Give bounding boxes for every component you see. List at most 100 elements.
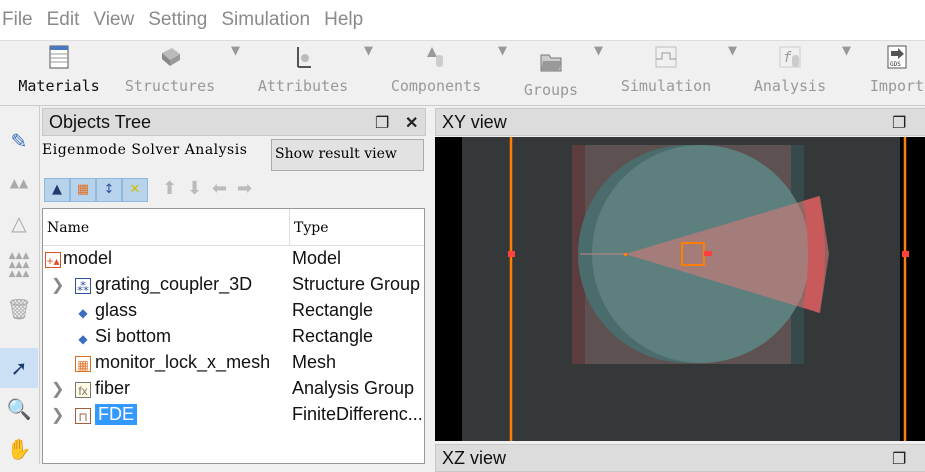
triangle-array-icon[interactable]: ▲▲▲ ▲▲▲ ▲▲▲	[2, 248, 36, 282]
row-type: Rectangle	[292, 300, 374, 320]
attributes-button[interactable]: Attributes	[254, 41, 352, 105]
xy-view-panel: XY view ❐	[435, 106, 925, 442]
float-icon[interactable]: ❐	[375, 113, 389, 133]
row-type: Structure Group	[292, 274, 421, 294]
table-row[interactable]: ◆ Si bottom Rectangle	[43, 325, 426, 351]
row-name: fiber	[95, 378, 131, 398]
simulation-button[interactable]: Simulation	[616, 41, 716, 105]
groups-icon	[540, 54, 562, 72]
row-type: Rectangle	[292, 326, 374, 346]
svg-text:f: f	[783, 50, 792, 66]
xy-view-title-bar: XY view ❐	[435, 108, 925, 136]
draw-tool-icon[interactable]: ✎	[2, 124, 36, 158]
add-structure-icon[interactable]: ▲	[44, 178, 70, 202]
pan-tool-icon[interactable]: ✋	[2, 432, 36, 466]
structures-button[interactable]: Structures	[120, 41, 220, 105]
move-right-icon[interactable]: ➡	[237, 178, 252, 199]
menu-bar: File Edit View Setting Simulation Help	[0, 0, 925, 40]
two-triangles-icon[interactable]: ▲▲	[2, 166, 36, 200]
materials-button[interactable]: Materials	[14, 41, 104, 105]
panel-title: XY view	[442, 112, 507, 132]
mesh-icon: ▦	[75, 356, 91, 372]
expand-icon[interactable]: ❯	[51, 275, 64, 295]
structures-icon	[162, 48, 180, 66]
table-header: Name Type	[43, 209, 424, 246]
components-icon	[427, 47, 443, 67]
menu-setting[interactable]: Setting	[148, 9, 207, 31]
row-type: FiniteDifferenc...	[292, 404, 423, 424]
row-name: FDE	[95, 404, 137, 425]
rectangle-icon: ◆	[78, 306, 88, 320]
attributes-dropdown-icon[interactable]: ▼	[364, 41, 373, 105]
materials-icon	[49, 45, 69, 69]
model-icon: +▴	[45, 252, 61, 268]
move-down-icon[interactable]: ⬇	[187, 178, 202, 199]
expand-icon[interactable]: ❯	[51, 379, 64, 399]
table-row[interactable]: ❯ fx fiber Analysis Group	[43, 377, 426, 403]
table-row[interactable]: ◆ glass Rectangle	[43, 299, 426, 325]
structure-group-icon: ⁂	[75, 278, 91, 294]
add-source-icon[interactable]: ✕	[122, 178, 148, 202]
row-name: monitor_lock_x_mesh	[95, 352, 271, 372]
zoom-tool-icon[interactable]: 🔍	[2, 392, 36, 426]
analysis-group-icon: fx	[75, 382, 91, 398]
components-button[interactable]: Components	[386, 41, 486, 105]
panel-title: XZ view	[442, 448, 507, 468]
column-type[interactable]: Type	[290, 209, 333, 245]
simulation-icon	[655, 46, 677, 68]
analysis-dropdown-icon[interactable]: ▼	[842, 41, 851, 105]
close-icon[interactable]: ✕	[405, 113, 418, 133]
xy-viewport[interactable]	[435, 137, 925, 441]
row-type: Mesh	[292, 352, 337, 372]
menu-help[interactable]: Help	[324, 9, 363, 31]
analysis-icon: f	[779, 46, 801, 68]
expand-icon[interactable]: ❯	[51, 405, 64, 425]
menu-simulation[interactable]: Simulation	[221, 9, 310, 31]
panel-title: Objects Tree	[49, 112, 152, 132]
components-dropdown-icon[interactable]: ▼	[498, 41, 507, 105]
float-icon[interactable]: ❐	[892, 449, 906, 469]
analysis-button[interactable]: f Analysis	[750, 41, 830, 105]
row-type: Analysis Group	[292, 378, 415, 398]
xz-view-panel: XZ view ❐	[435, 442, 925, 472]
svg-text:GDS: GDS	[890, 61, 901, 68]
delete-icon[interactable]: 🗑	[2, 292, 36, 326]
column-name[interactable]: Name	[43, 209, 290, 245]
menu-view[interactable]: View	[93, 9, 134, 31]
move-left-icon[interactable]: ⬅	[212, 178, 227, 199]
add-monitor-icon[interactable]: ↕	[96, 178, 122, 202]
select-tool-icon[interactable]: ➚	[0, 348, 38, 388]
xz-view-title-bar: XZ view ❐	[435, 444, 925, 472]
attributes-icon	[297, 47, 311, 68]
rectangle-icon: ◆	[78, 332, 88, 346]
objects-table: Name Type +▴ model Model ❯ ⁂ grating_coupler_…	[42, 208, 425, 464]
show-result-view-button[interactable]: Show result view	[271, 139, 424, 171]
groups-button[interactable]: Groups	[518, 41, 584, 105]
row-name: grating_coupler_3D	[95, 274, 253, 294]
table-row[interactable]: ❯ ⁂ grating_coupler_3D Structure Group	[43, 273, 426, 299]
float-icon[interactable]: ❐	[892, 113, 906, 133]
move-up-icon[interactable]: ⬆	[162, 178, 177, 199]
triangle-icon[interactable]: △	[2, 206, 36, 240]
structures-dropdown-icon[interactable]: ▼	[231, 41, 240, 105]
table-row[interactable]: +▴ model Model	[43, 247, 426, 273]
groups-dropdown-icon[interactable]: ▼	[594, 41, 603, 105]
analysis-label: Eigenmode Solver Analysis	[42, 142, 248, 158]
toolbar: Materials Structures ▼ Attributes ▼ Comp…	[0, 40, 925, 106]
objects-tree-panel: Objects Tree ❐ ✕ Eigenmode Solver Analys…	[40, 106, 430, 464]
menu-edit[interactable]: Edit	[47, 9, 80, 31]
left-tool-strip: ✎ ▲▲ △ ▲▲▲ ▲▲▲ ▲▲▲ 🗑 ➚ 🔍 ✋	[0, 106, 40, 464]
import-button[interactable]: GDS Import	[862, 41, 925, 105]
row-type: Model	[292, 248, 342, 268]
table-row[interactable]: ❯ ⊓ FDE FiniteDifferenc...	[43, 403, 426, 429]
row-name: model	[63, 248, 113, 268]
simulation-dropdown-icon[interactable]: ▼	[728, 41, 737, 105]
import-gds-icon: GDS	[887, 45, 907, 69]
row-name: glass	[95, 300, 138, 320]
objects-tree-title-bar: Objects Tree ❐ ✕	[42, 108, 426, 136]
menu-file[interactable]: File	[2, 9, 33, 31]
table-row[interactable]: ▦ monitor_lock_x_mesh Mesh	[43, 351, 426, 377]
fde-icon: ⊓	[75, 408, 91, 424]
add-mesh-icon[interactable]: ▦	[70, 178, 96, 202]
row-name: Si bottom	[95, 326, 172, 346]
